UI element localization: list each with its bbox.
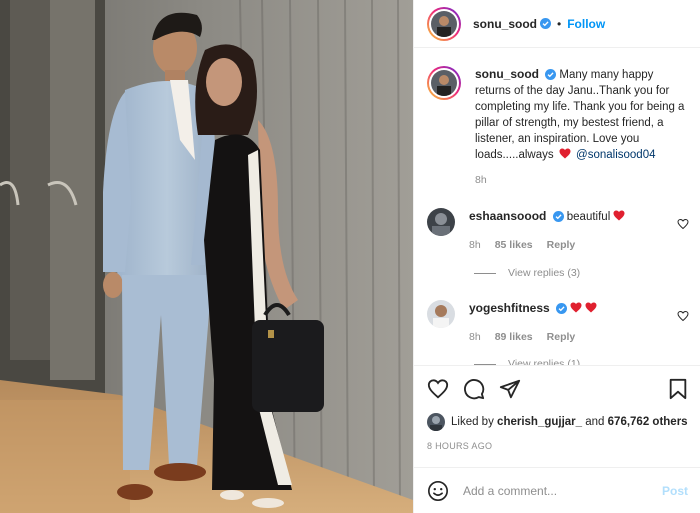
view-replies-button[interactable]: View replies (1) bbox=[474, 358, 581, 366]
add-comment-bar: Post bbox=[414, 467, 700, 513]
comment-username[interactable]: eshaansoood bbox=[469, 209, 546, 223]
verified-icon bbox=[540, 18, 552, 29]
like-button[interactable] bbox=[427, 378, 449, 400]
like-comment-heart-icon[interactable] bbox=[677, 310, 689, 322]
author-username[interactable]: sonu_sood bbox=[473, 17, 537, 31]
follow-button[interactable]: Follow bbox=[567, 17, 605, 31]
reply-button[interactable]: Reply bbox=[547, 237, 576, 253]
comment-input[interactable] bbox=[463, 483, 662, 498]
heart-emoji-icon bbox=[585, 302, 597, 313]
heart-emoji-icon bbox=[613, 210, 625, 221]
comment-meta: 8h 89 likes Reply bbox=[469, 329, 669, 345]
caption-body: sonu_sood Many many happy returns of the… bbox=[475, 66, 689, 188]
comment-meta: 8h 85 likes Reply bbox=[469, 237, 669, 253]
comment-likes[interactable]: 89 likes bbox=[495, 329, 533, 345]
heart-emoji-icon bbox=[559, 148, 571, 159]
bookmark-icon bbox=[669, 378, 687, 400]
caption-username[interactable]: sonu_sood bbox=[475, 67, 539, 81]
caption: sonu_sood Many many happy returns of the… bbox=[427, 66, 689, 188]
comment-text: beautiful bbox=[566, 211, 611, 223]
comment-age[interactable]: 8h bbox=[469, 237, 481, 253]
comment-age[interactable]: 8h bbox=[469, 329, 481, 345]
likes-summary: Liked by cherish_gujjar_ and 676,762 oth… bbox=[427, 413, 688, 431]
liked-by-count[interactable]: 676,762 others bbox=[608, 416, 688, 428]
view-replies-line bbox=[474, 272, 496, 274]
separator-dot: • bbox=[557, 16, 562, 31]
view-replies-line bbox=[474, 363, 496, 365]
caption-mention-link[interactable]: @sonalisood04 bbox=[576, 149, 655, 161]
comment-button[interactable] bbox=[463, 378, 485, 400]
post-sidebar: sonu_sood • Follow sonu_sood Many many h… bbox=[413, 0, 700, 513]
post-photo[interactable] bbox=[0, 0, 413, 513]
verified-icon bbox=[552, 211, 564, 222]
share-icon bbox=[499, 379, 521, 399]
comment-avatar[interactable] bbox=[427, 300, 455, 328]
view-replies-label: View replies (3) bbox=[508, 267, 581, 279]
emoji-icon[interactable] bbox=[427, 480, 449, 502]
reply-button[interactable]: Reply bbox=[547, 329, 576, 345]
liker-avatar[interactable] bbox=[427, 413, 445, 431]
caption-age[interactable]: 8h bbox=[475, 172, 487, 188]
share-button[interactable] bbox=[499, 378, 521, 400]
author-avatar[interactable] bbox=[427, 6, 461, 41]
comment-avatar[interactable] bbox=[427, 208, 455, 236]
author-avatar-image bbox=[431, 10, 457, 37]
comment-username[interactable]: yogeshfitness bbox=[469, 301, 550, 315]
comment-item: yogeshfitness 8h 89 likes Reply bbox=[427, 300, 689, 345]
liked-by-user[interactable]: cherish_gujjar_ bbox=[497, 416, 582, 428]
post-timestamp[interactable]: 8 HOURS AGO bbox=[427, 441, 492, 451]
heart-icon bbox=[427, 379, 449, 399]
caption-meta: 8h bbox=[475, 172, 689, 188]
couple-photo-illustration bbox=[0, 0, 413, 513]
save-button[interactable] bbox=[668, 378, 688, 400]
action-bar bbox=[414, 367, 700, 411]
comment-likes[interactable]: 85 likes bbox=[495, 237, 533, 253]
comment-body: eshaansoood beautiful 8h 85 likes Reply bbox=[469, 208, 669, 253]
liked-by-joiner: and bbox=[585, 416, 605, 428]
verified-icon bbox=[545, 69, 557, 80]
heart-emoji-icon bbox=[570, 302, 582, 313]
post-header: sonu_sood • Follow bbox=[414, 0, 700, 48]
caption-avatar[interactable] bbox=[427, 66, 461, 100]
comment-item: eshaansoood beautiful 8h 85 likes Reply bbox=[427, 208, 689, 253]
like-comment-heart-icon[interactable] bbox=[677, 218, 689, 230]
view-replies-button[interactable]: View replies (3) bbox=[474, 267, 580, 279]
comment-body: yogeshfitness 8h 89 likes Reply bbox=[469, 300, 669, 345]
caption-avatar-image bbox=[431, 70, 457, 96]
caption-text: Many many happy returns of the day Janu.… bbox=[475, 69, 685, 161]
liked-by-prefix: Liked by bbox=[451, 416, 494, 428]
comment-icon bbox=[464, 379, 485, 400]
verified-icon bbox=[555, 303, 567, 314]
comments-list[interactable]: sonu_sood Many many happy returns of the… bbox=[414, 48, 700, 366]
post-comment-button[interactable]: Post bbox=[662, 484, 688, 498]
view-replies-label: View replies (1) bbox=[508, 358, 581, 366]
